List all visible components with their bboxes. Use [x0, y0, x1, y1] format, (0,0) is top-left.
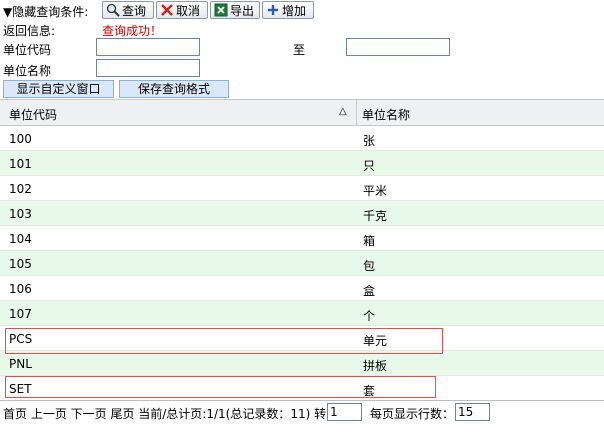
table-row[interactable]: 102 平米 — [0, 176, 604, 201]
status-message: 查询成功！ — [102, 24, 163, 38]
table-row[interactable]: 107 个 — [0, 301, 604, 326]
goto-page-input[interactable] — [327, 403, 362, 421]
unit-code-to-input[interactable] — [346, 38, 450, 56]
range-to-label: 至 — [293, 43, 306, 57]
table-row[interactable]: PNL 拼板 — [0, 351, 604, 376]
show-custom-window-button[interactable]: 显示自定义窗口 — [3, 80, 114, 98]
column-header-unit-name[interactable]: 单位名称 — [362, 106, 410, 123]
table-header: 单位代码 △ 单位名称 — [0, 99, 604, 126]
search-icon — [106, 3, 120, 17]
row-unit-name: 单元 — [363, 334, 388, 348]
rows-per-page-label: 每页显示行数： — [370, 407, 455, 421]
row-unit-name: 包 — [363, 259, 376, 273]
table-row[interactable]: 106 盒 — [0, 276, 604, 301]
query-button[interactable]: 查询 — [102, 1, 154, 19]
unit-name-input[interactable] — [96, 59, 200, 77]
cancel-button-label: 取消 — [176, 4, 201, 18]
table-row[interactable]: PCS 单元 — [0, 326, 604, 351]
table-row[interactable]: 103 千克 — [0, 201, 604, 226]
plus-icon — [266, 3, 280, 17]
add-button[interactable]: 增加 — [262, 1, 314, 19]
row-unit-code: 103 — [9, 207, 32, 221]
row-unit-name: 盒 — [363, 284, 376, 298]
row-unit-name: 平米 — [363, 184, 388, 198]
row-unit-code: 101 — [9, 157, 32, 171]
toggle-query-conditions[interactable]: ▼隐藏查询条件: — [3, 3, 88, 20]
row-unit-code: 106 — [9, 282, 32, 296]
query-button-label: 查询 — [122, 4, 147, 18]
rows-per-page-input[interactable] — [455, 403, 490, 421]
row-unit-code: 107 — [9, 307, 32, 321]
cancel-button[interactable]: 取消 — [156, 1, 208, 19]
toolbar: ▼隐藏查询条件: 查询 取消 导出 增加 — [0, 0, 320, 21]
row-unit-name: 个 — [363, 309, 376, 323]
add-button-label: 增加 — [282, 4, 307, 18]
save-query-format-button[interactable]: 保存查询格式 — [119, 80, 229, 98]
pager-navigation[interactable]: 首页 上一页 下一页 尾页 当前/总计页:1/1(总记录数：11) 转到 — [3, 405, 338, 422]
excel-icon — [214, 3, 228, 17]
row-unit-name: 拼板 — [363, 359, 388, 373]
export-button-label: 导出 — [230, 4, 255, 18]
unit-code-label: 单位代码 — [3, 43, 52, 57]
close-icon — [160, 3, 174, 17]
row-unit-name: 千克 — [363, 209, 388, 223]
table-row[interactable]: 101 只 — [0, 151, 604, 176]
row-unit-name: 箱 — [363, 234, 376, 248]
row-unit-code: PCS — [9, 332, 33, 346]
column-divider[interactable] — [356, 100, 357, 126]
row-unit-name: 只 — [363, 159, 376, 173]
sort-ascending-icon[interactable]: △ — [339, 106, 347, 117]
table-row[interactable]: 100 张 — [0, 126, 604, 151]
row-unit-code: 104 — [9, 232, 32, 246]
unit-name-label: 单位名称 — [3, 64, 52, 78]
table-row[interactable]: SET 套 — [0, 376, 604, 401]
unit-code-from-input[interactable] — [96, 38, 200, 56]
return-info-label: 返回信息: — [3, 24, 56, 38]
table-row[interactable]: 105 包 — [0, 251, 604, 276]
table-row[interactable]: 104 箱 — [0, 226, 604, 251]
table-bottom-border — [0, 400, 604, 401]
row-unit-code: 100 — [9, 132, 32, 146]
row-unit-code: PNL — [9, 357, 32, 371]
row-unit-code: 102 — [9, 182, 32, 196]
row-unit-name: 张 — [363, 134, 376, 148]
row-unit-name: 套 — [363, 384, 376, 398]
export-button[interactable]: 导出 — [210, 1, 260, 19]
row-unit-code: SET — [9, 382, 32, 396]
row-unit-code: 105 — [9, 257, 32, 271]
column-header-unit-code[interactable]: 单位代码 — [9, 106, 57, 123]
